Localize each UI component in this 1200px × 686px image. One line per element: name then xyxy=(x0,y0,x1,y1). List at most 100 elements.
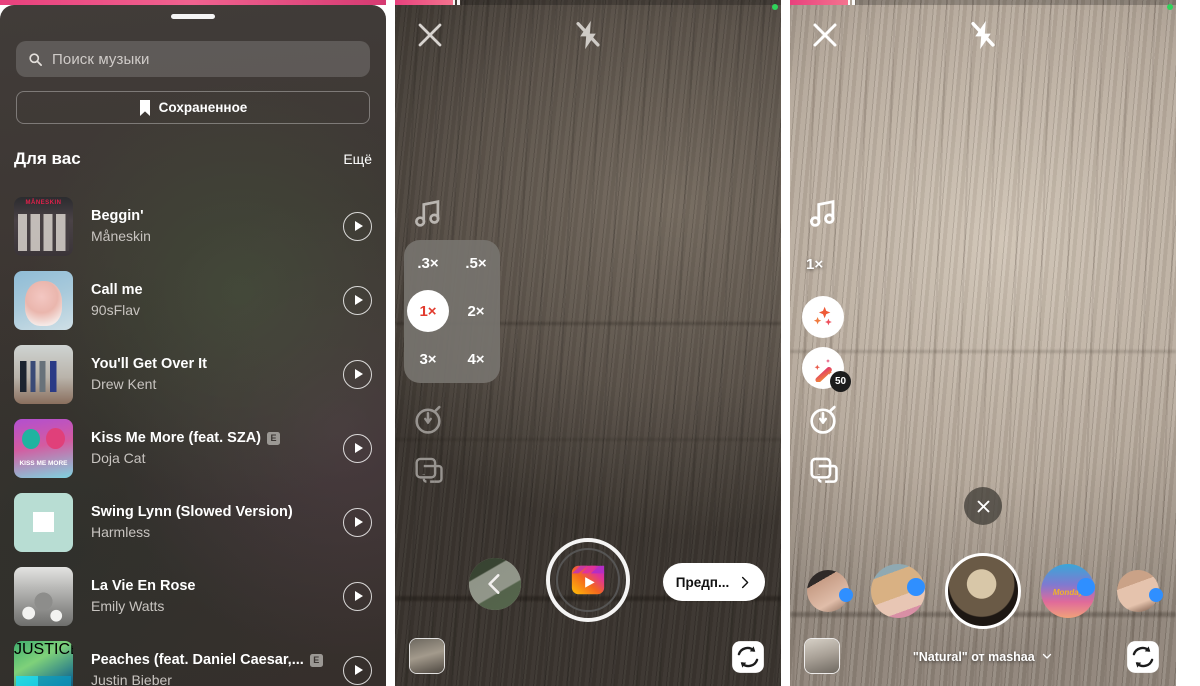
song-title-row: Swing Lynn (Slowed Version) xyxy=(91,504,343,520)
music-note-icon xyxy=(809,199,835,227)
speed-option[interactable]: .5× xyxy=(465,255,486,272)
song-meta: Peaches (feat. Daniel Caesar,... E Justin … xyxy=(91,652,343,686)
song-title-row: Kiss Me More (feat. SZA) E xyxy=(91,430,343,446)
close-icon[interactable] xyxy=(810,20,840,50)
record-button[interactable] xyxy=(546,538,630,622)
song-row[interactable]: Call me 90sFlav xyxy=(0,263,386,337)
reels-record-icon xyxy=(571,565,605,595)
recording-indicator xyxy=(1167,4,1173,10)
song-title: Peaches (feat. Daniel Caesar,... xyxy=(91,652,304,668)
song-row[interactable]: Swing Lynn (Slowed Version) Harmless xyxy=(0,485,386,559)
filter-badge-dot xyxy=(1077,578,1095,596)
wand-count-badge: 50 xyxy=(830,371,851,392)
song-row[interactable]: You'll Get Over It Drew Kent xyxy=(0,337,386,411)
filter-2[interactable] xyxy=(861,564,935,618)
song-artist: Harmless xyxy=(91,524,151,540)
speed-option[interactable]: 4× xyxy=(467,351,484,368)
song-artist: Doja Cat xyxy=(91,450,146,466)
play-button[interactable] xyxy=(343,211,372,241)
song-title: Swing Lynn (Slowed Version) xyxy=(91,504,293,520)
album-art xyxy=(14,270,73,330)
song-meta: Swing Lynn (Slowed Version) Harmless xyxy=(91,504,343,540)
song-title: La Vie En Rose xyxy=(91,578,196,594)
recording-indicator xyxy=(772,4,778,10)
preview-button[interactable]: Предп... xyxy=(663,563,765,601)
flip-camera-icon[interactable] xyxy=(731,640,765,674)
filter-carousel[interactable]: Monday xyxy=(790,548,1176,634)
song-row[interactable]: JUSTICE Peaches (feat. Daniel Caesar,... E… xyxy=(0,633,386,686)
layout-icon xyxy=(810,457,838,483)
filter-5[interactable] xyxy=(1105,570,1171,612)
song-artist: Måneskin xyxy=(91,228,151,244)
album-art: KISS ME MORE xyxy=(14,418,73,478)
screenshot-root: Поиск музыки Сохраненное Для вас Ещё MÅN… xyxy=(0,0,1200,686)
speed-option[interactable]: .3× xyxy=(417,255,438,272)
song-row[interactable]: KISS ME MORE Kiss Me More (feat. SZA) E Doj… xyxy=(0,411,386,485)
filter-1[interactable] xyxy=(795,570,861,612)
saved-button[interactable]: Сохраненное xyxy=(16,91,370,124)
filter-label-row[interactable]: "Natural" от mashaa xyxy=(790,650,1176,664)
close-icon[interactable] xyxy=(415,20,445,50)
chevron-down-icon xyxy=(1043,653,1052,659)
play-button[interactable] xyxy=(343,655,372,685)
music-rail-item[interactable] xyxy=(411,196,445,230)
filter-thumbnail xyxy=(945,553,1021,629)
song-meta: Kiss Me More (feat. SZA) E Doja Cat xyxy=(91,430,343,466)
effects-rail-item[interactable] xyxy=(802,296,844,338)
section-header: Для вас Ещё xyxy=(14,149,372,169)
close-icon xyxy=(977,500,989,512)
previous-clip-thumbnail[interactable] xyxy=(469,558,521,610)
play-icon xyxy=(354,665,363,675)
speed-selector-popup[interactable]: .3× .5× 1× 2× 3× 4× xyxy=(404,240,500,383)
song-title-row: Call me xyxy=(91,282,343,298)
sheet-grabber[interactable] xyxy=(171,14,215,19)
magic-wand-rail-item[interactable]: 50 xyxy=(802,347,851,392)
song-meta: Call me 90sFlav xyxy=(91,282,343,318)
play-button[interactable] xyxy=(343,507,372,537)
search-input[interactable]: Поиск музыки xyxy=(16,41,370,77)
music-rail-item[interactable] xyxy=(806,196,840,230)
play-button[interactable] xyxy=(343,285,372,315)
speed-option[interactable]: 1× xyxy=(407,290,449,333)
timer-rail-item[interactable] xyxy=(806,402,840,436)
song-row[interactable]: La Vie En Rose Emily Watts xyxy=(0,559,386,633)
layout-rail-item[interactable] xyxy=(411,454,445,488)
speed-option[interactable]: 3× xyxy=(419,351,436,368)
layout-rail-item[interactable] xyxy=(806,454,840,488)
filter-badge-dot xyxy=(839,588,853,602)
speed-option[interactable]: 2× xyxy=(467,303,484,320)
gallery-thumbnail[interactable] xyxy=(409,638,445,674)
section-more-link[interactable]: Ещё xyxy=(343,151,372,167)
song-artist: Emily Watts xyxy=(91,598,165,614)
explicit-badge: E xyxy=(267,431,280,445)
flash-off-icon[interactable] xyxy=(571,18,605,52)
filter-natural[interactable] xyxy=(935,553,1031,629)
panel-divider-2 xyxy=(781,0,790,686)
album-art xyxy=(14,492,73,552)
play-button[interactable] xyxy=(343,359,372,389)
song-artist: 90sFlav xyxy=(91,302,141,318)
flash-off-icon[interactable] xyxy=(966,18,1000,52)
layout-icon xyxy=(415,457,443,483)
play-button[interactable] xyxy=(343,581,372,611)
close-filters-button[interactable] xyxy=(964,487,1002,525)
album-art xyxy=(14,566,73,626)
speed-rail-item[interactable]: 1× xyxy=(806,256,823,273)
timer-rail-item[interactable] xyxy=(411,402,445,436)
song-title: Call me xyxy=(91,282,143,298)
play-button[interactable] xyxy=(343,433,372,463)
song-title: Beggin' xyxy=(91,208,144,224)
filter-name-label: "Natural" от mashaa xyxy=(912,650,1035,664)
album-art xyxy=(14,344,73,404)
song-title-row: Beggin' xyxy=(91,208,343,224)
album-art-text: JUSTICE xyxy=(14,640,73,658)
song-row[interactable]: MÅNESKIN Beggin' Måneskin xyxy=(0,189,386,263)
chevron-left-icon xyxy=(488,574,500,594)
filter-monday[interactable]: Monday xyxy=(1031,564,1105,618)
chevron-right-icon xyxy=(742,576,749,588)
play-icon xyxy=(354,443,363,453)
album-art: MÅNESKIN xyxy=(14,196,73,256)
song-list[interactable]: MÅNESKIN Beggin' Måneskin Call me 90sFlav You… xyxy=(0,189,386,686)
play-icon xyxy=(354,517,363,527)
section-title: Для вас xyxy=(14,149,81,168)
